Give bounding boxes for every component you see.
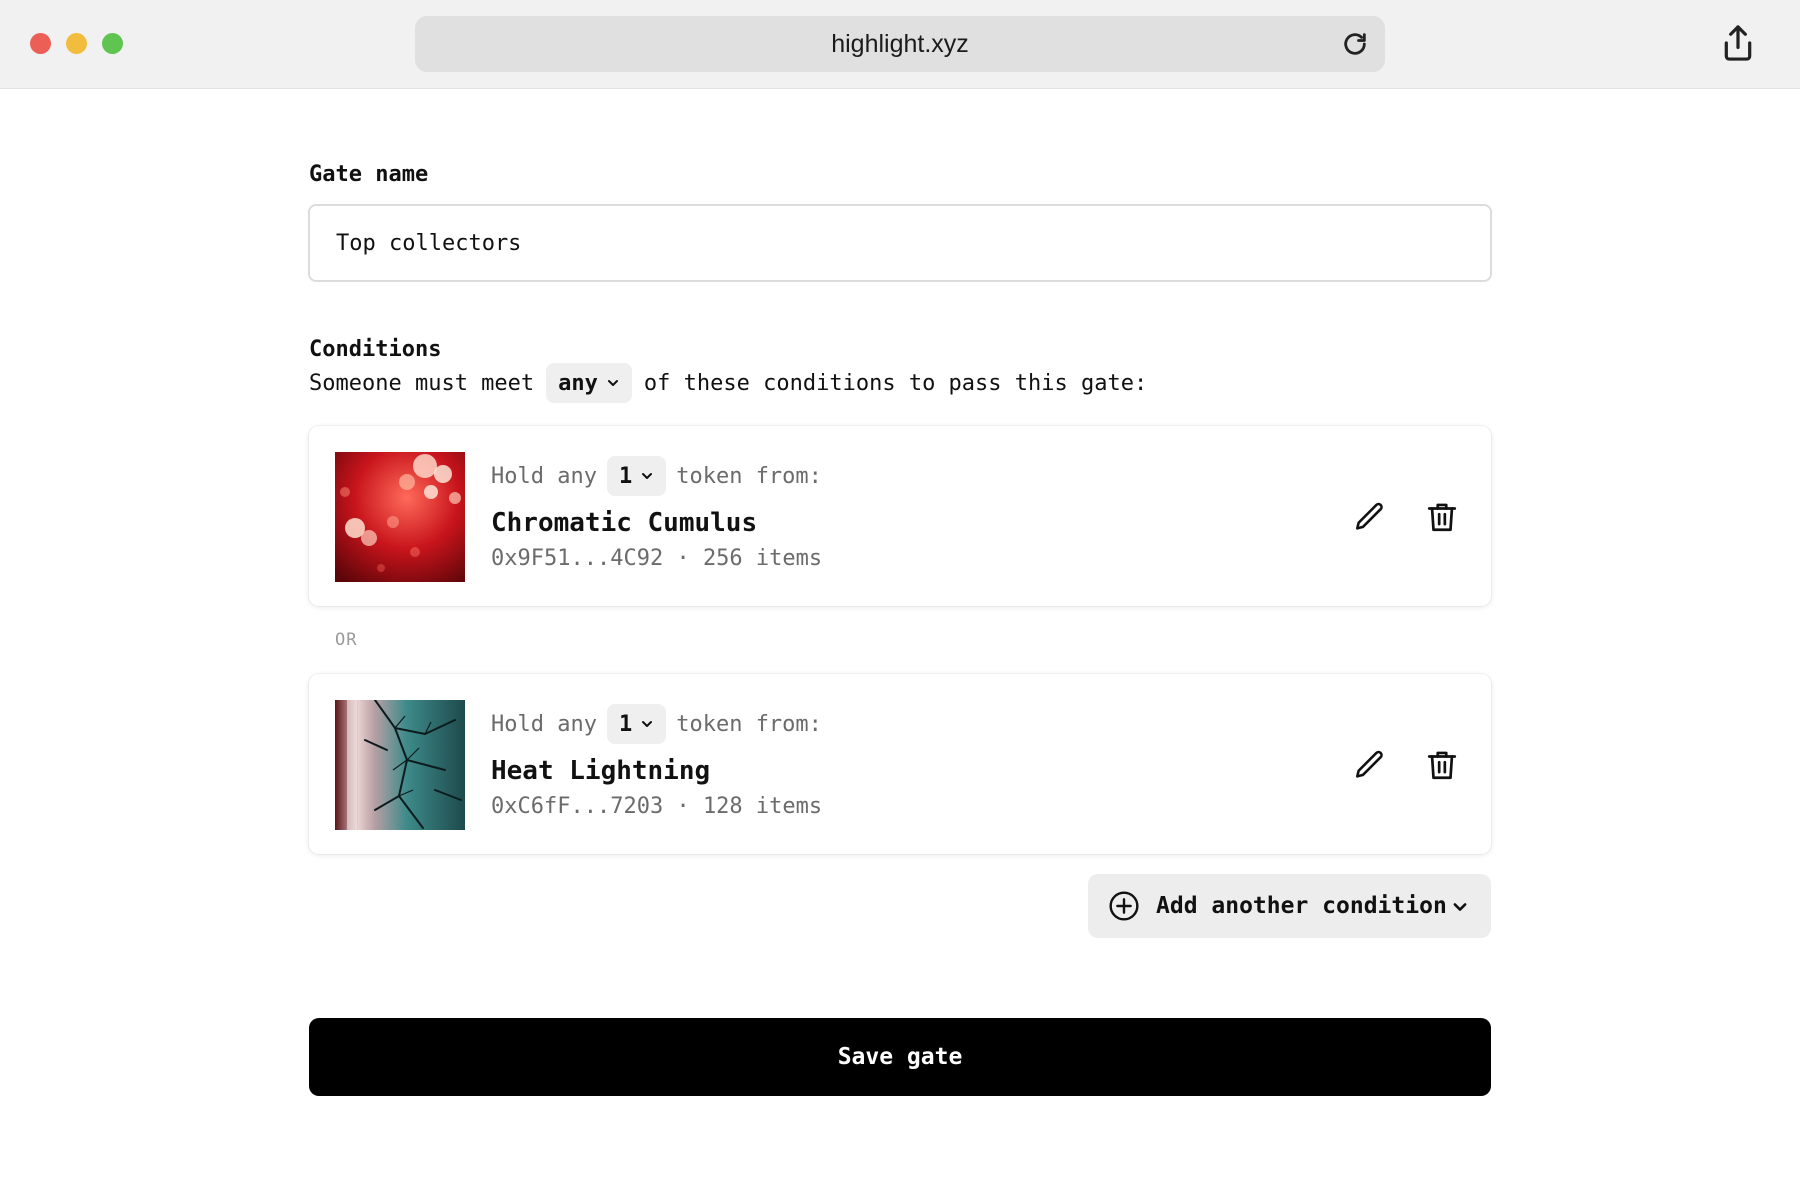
chevron-down-icon bbox=[642, 721, 653, 727]
collection-meta: 0xC6fF...7203 · 128 items bbox=[491, 794, 822, 819]
address-bar[interactable]: highlight.xyz bbox=[415, 16, 1385, 72]
trash-icon[interactable] bbox=[1425, 748, 1459, 782]
collection-name: Chromatic Cumulus bbox=[491, 508, 758, 538]
add-condition-button[interactable]: Add another condition bbox=[1088, 874, 1491, 938]
hold-rule: Hold any 1 token from: bbox=[491, 456, 822, 496]
quantity-dropdown[interactable]: 1 bbox=[606, 456, 667, 496]
browser-toolbar: highlight.xyz bbox=[0, 0, 1800, 89]
hold-prefix: Hold any bbox=[491, 711, 597, 737]
contract-address: 0xC6fF...7203 bbox=[491, 794, 664, 819]
collection-name: Heat Lightning bbox=[491, 756, 711, 786]
hold-rule: Hold any 1 token from: bbox=[491, 704, 822, 744]
meta-separator: · bbox=[676, 794, 690, 819]
or-separator: OR bbox=[335, 630, 358, 650]
quantity-value: 1 bbox=[618, 463, 633, 489]
hold-suffix: token from: bbox=[676, 711, 822, 737]
share-icon[interactable] bbox=[1720, 24, 1756, 62]
match-mode-value: any bbox=[558, 370, 598, 396]
trash-icon[interactable] bbox=[1425, 500, 1459, 534]
url-text: highlight.xyz bbox=[831, 30, 969, 58]
condition-card: Hold any 1 token from: Chromatic Cumulus… bbox=[309, 426, 1491, 606]
hold-prefix: Hold any bbox=[491, 463, 597, 489]
gate-name-label: Gate name bbox=[309, 162, 429, 187]
quantity-dropdown[interactable]: 1 bbox=[606, 704, 667, 744]
window-minimize-button[interactable] bbox=[66, 33, 87, 54]
collection-thumbnail bbox=[335, 452, 465, 582]
sentence-prefix: Someone must meet bbox=[309, 370, 535, 396]
chevron-down-icon bbox=[607, 380, 618, 386]
conditions-heading: Conditions bbox=[309, 337, 442, 362]
add-condition-label: Add another condition bbox=[1156, 893, 1447, 919]
reload-icon[interactable] bbox=[1341, 30, 1369, 58]
conditions-sentence: Someone must meet any of these condition… bbox=[309, 363, 1147, 403]
condition-card: Hold any 1 token from: Heat Lightning 0x… bbox=[309, 674, 1491, 854]
collection-thumbnail bbox=[335, 700, 465, 830]
meta-separator: · bbox=[676, 546, 690, 571]
save-gate-button[interactable]: Save gate bbox=[309, 1018, 1491, 1096]
window-close-button[interactable] bbox=[30, 33, 51, 54]
gate-name-input[interactable] bbox=[308, 204, 1492, 282]
window-maximize-button[interactable] bbox=[102, 33, 123, 54]
quantity-value: 1 bbox=[618, 711, 633, 737]
contract-address: 0x9F51...4C92 bbox=[491, 546, 664, 571]
edit-icon[interactable] bbox=[1353, 748, 1387, 782]
chevron-down-icon bbox=[1453, 903, 1467, 911]
sentence-suffix: of these conditions to pass this gate: bbox=[643, 370, 1148, 396]
hold-suffix: token from: bbox=[676, 463, 822, 489]
edit-icon[interactable] bbox=[1353, 500, 1387, 534]
collection-meta: 0x9F51...4C92 · 256 items bbox=[491, 546, 822, 571]
chevron-down-icon bbox=[642, 473, 653, 479]
match-mode-dropdown[interactable]: any bbox=[546, 363, 632, 403]
item-count: 256 items bbox=[702, 546, 823, 571]
item-count: 128 items bbox=[702, 794, 823, 819]
plus-circle-icon bbox=[1109, 891, 1139, 921]
